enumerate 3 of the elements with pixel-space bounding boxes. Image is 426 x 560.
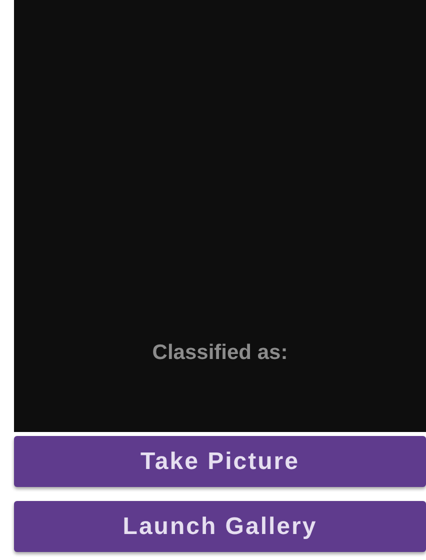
action-button[interactable]: Launch Gallery [14,501,426,552]
action-button[interactable]: Take Picture [14,436,426,487]
classification-label: Classified as: [152,340,288,366]
